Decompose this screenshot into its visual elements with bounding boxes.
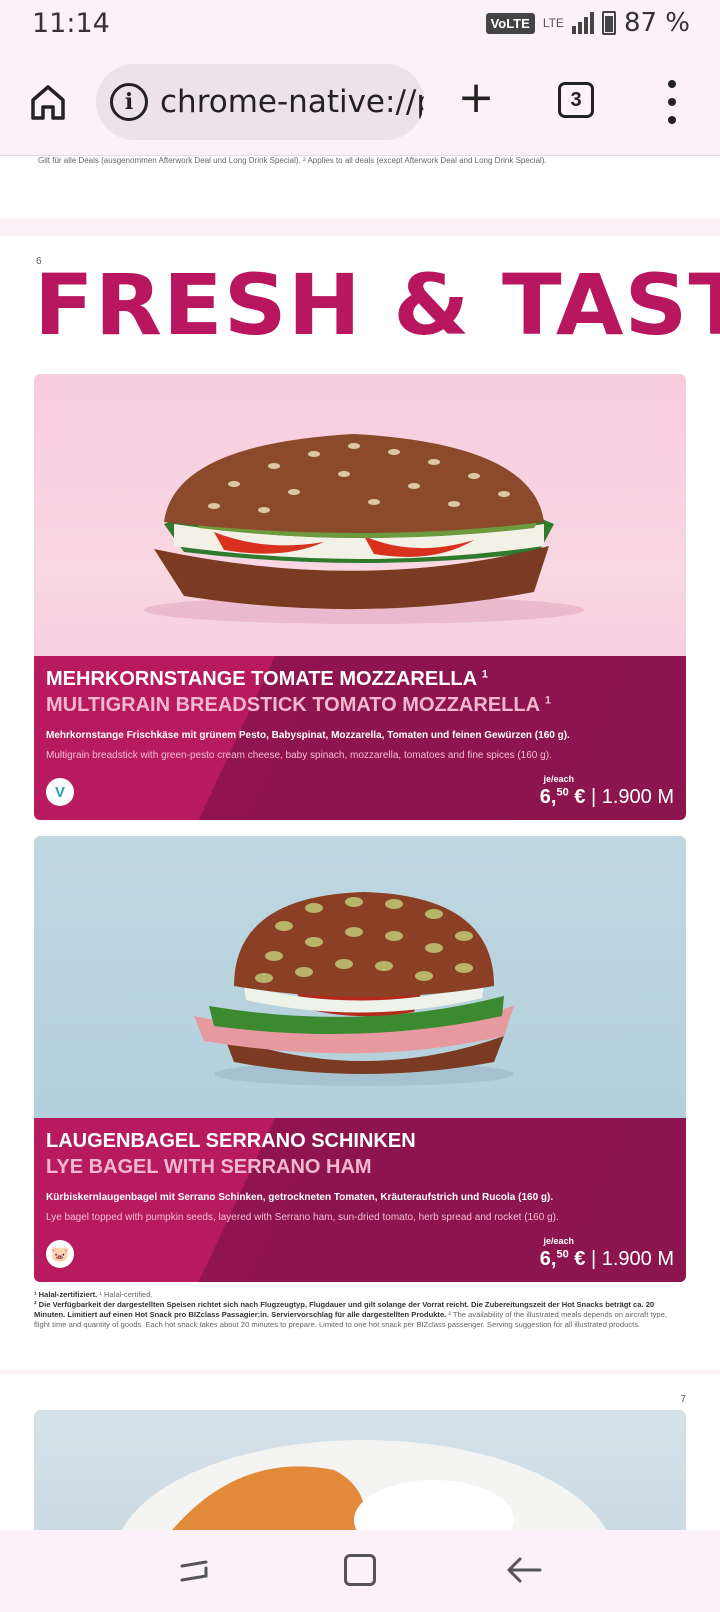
dot-icon <box>668 98 676 106</box>
bagel-sandwich-image <box>194 892 514 1086</box>
info-icon[interactable]: i <box>110 83 148 121</box>
vegetarian-icon: V <box>46 778 74 806</box>
product-name-en: MULTIGRAIN BREADSTICK TOMATO MOZZARELLA … <box>46 694 551 716</box>
battery-icon <box>601 11 616 35</box>
price-each-label: je/each <box>543 774 574 784</box>
product-photo <box>34 1410 686 1530</box>
product-card: LAUGENBAGEL SERRANO SCHINKEN LYE BAGEL W… <box>34 836 686 1282</box>
product-name-de: MEHRKORNSTANGE TOMATE MOZZARELLA 1 <box>46 668 489 690</box>
new-tab-button[interactable]: + <box>456 76 496 122</box>
page-headline: FRESH & TASTY <box>34 256 720 354</box>
battery-percent: 87 % <box>623 8 690 38</box>
product-price: 6,50 € | 1.900 M <box>539 1248 674 1270</box>
dot-icon <box>668 116 676 124</box>
product-description-en: Multigrain breadstick with green-pesto c… <box>46 750 552 761</box>
price-each-label: je/each <box>543 1236 574 1246</box>
product-description-en: Lye bagel topped with pumpkin seeds, lay… <box>46 1212 559 1223</box>
menu-page: 6 FRESH & TASTY <box>0 236 720 1370</box>
status-bar: 11:14 VoLTE LTE 87 % <box>0 0 720 48</box>
rice-dish-image <box>122 1440 606 1530</box>
status-time: 11:14 <box>32 8 110 39</box>
lte-label: LTE <box>542 16 564 30</box>
page-number: 7 <box>680 1394 686 1405</box>
product-photo <box>34 836 686 1118</box>
browser-toolbar: i chrome-native://p + 3 <box>0 48 720 156</box>
product-price: 6,50 € | 1.900 M <box>539 786 674 808</box>
previous-page-fragment: Gilt für alle Deals (ausgenommen Afterwo… <box>0 156 720 218</box>
dot-icon <box>668 80 676 88</box>
volte-badge: VoLTE <box>485 12 535 34</box>
product-description-de: Mehrkornstange Frischkäse mit grünem Pes… <box>46 730 570 741</box>
tab-switcher-button[interactable]: 3 <box>558 82 594 118</box>
product-photo <box>34 374 686 656</box>
url-text[interactable]: chrome-native://p <box>160 84 424 120</box>
home-nav-icon[interactable] <box>344 1554 376 1586</box>
previous-page-text: Gilt für alle Deals (ausgenommen Afterwo… <box>38 156 547 165</box>
overflow-menu-button[interactable] <box>666 80 678 124</box>
signal-icon <box>571 12 594 34</box>
recent-apps-icon[interactable] <box>176 1556 212 1586</box>
product-description-de: Kürbiskernlaugenbagel mit Serrano Schink… <box>46 1192 554 1203</box>
product-info-panel: LAUGENBAGEL SERRANO SCHINKEN LYE BAGEL W… <box>34 1118 686 1282</box>
product-card: MEHRKORNSTANGE TOMATE MOZZARELLA 1 MULTI… <box>34 374 686 820</box>
footnote-halal: ¹ Halal-zertifiziert. ¹ Halal-certified. <box>34 1290 153 1299</box>
product-info-panel: MEHRKORNSTANGE TOMATE MOZZARELLA 1 MULTI… <box>34 656 686 820</box>
address-bar[interactable]: i chrome-native://p <box>96 64 424 140</box>
back-icon[interactable] <box>506 1554 542 1586</box>
breadstick-sandwich-image <box>144 434 584 624</box>
status-icons: VoLTE LTE 87 % <box>485 8 690 38</box>
home-button[interactable] <box>28 82 68 122</box>
next-page-fragment: 7 <box>0 1374 720 1530</box>
pork-icon: 🐷 <box>46 1240 74 1268</box>
product-name-de: LAUGENBAGEL SERRANO SCHINKEN <box>46 1130 416 1152</box>
footnotes: ¹ Halal-zertifiziert. ¹ Halal-certified.… <box>34 1290 674 1329</box>
document-viewer[interactable]: Gilt für alle Deals (ausgenommen Afterwo… <box>0 156 720 1530</box>
product-name-en: LYE BAGEL WITH SERRANO HAM <box>46 1156 372 1178</box>
system-navigation-bar <box>0 1530 720 1612</box>
footnote-availability: ² Die Verfügbarkeit der dargestellten Sp… <box>34 1299 667 1329</box>
home-icon <box>31 85 65 120</box>
